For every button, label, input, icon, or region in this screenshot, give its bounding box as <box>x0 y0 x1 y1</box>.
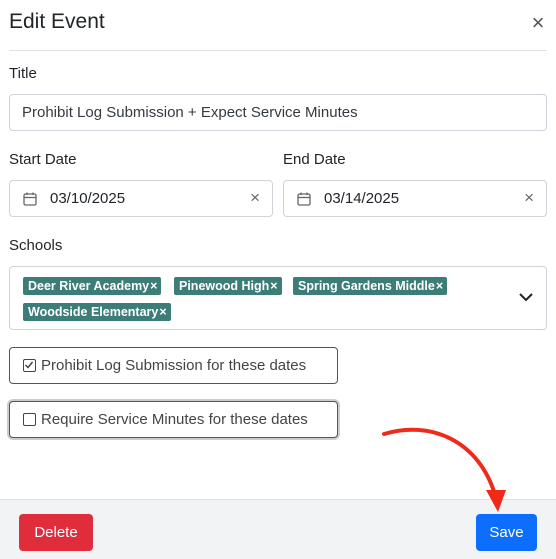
checkbox-checked-icon <box>23 359 36 372</box>
calendar-icon <box>297 192 311 206</box>
clear-end-date-icon[interactable]: × <box>524 189 534 207</box>
require-service-minutes-label: Require Service Minutes for these dates <box>41 411 308 428</box>
school-chip-label: Woodside Elementary <box>28 305 159 319</box>
schools-label: Schools <box>9 237 63 254</box>
remove-chip-icon[interactable]: × <box>436 279 443 293</box>
save-button[interactable]: Save <box>476 514 537 551</box>
school-chip-label: Deer River Academy <box>28 279 150 293</box>
school-chip[interactable]: Spring Gardens Middle× <box>293 277 448 295</box>
end-date-label: End Date <box>283 151 346 168</box>
delete-button[interactable]: Delete <box>19 514 93 551</box>
school-chip-label: Spring Gardens Middle <box>298 279 435 293</box>
start-date-field[interactable]: 03/10/2025 × <box>9 180 273 217</box>
remove-chip-icon[interactable]: × <box>270 279 277 293</box>
end-date-field[interactable]: 03/14/2025 × <box>283 180 547 217</box>
close-icon[interactable]: × <box>529 12 547 34</box>
modal-header: Edit Event × <box>9 0 547 51</box>
remove-chip-icon[interactable]: × <box>159 305 166 319</box>
start-date-value: 03/10/2025 <box>50 190 126 207</box>
checkbox-unchecked-icon <box>23 413 36 426</box>
school-chip[interactable]: Pinewood High× <box>174 277 282 295</box>
calendar-icon <box>23 192 37 206</box>
start-date-label: Start Date <box>9 151 77 168</box>
title-label: Title <box>9 65 37 82</box>
chevron-down-icon[interactable] <box>518 291 534 303</box>
school-chip[interactable]: Deer River Academy× <box>23 277 162 295</box>
schools-multiselect[interactable]: Deer River Academy× Pinewood High× Sprin… <box>9 266 547 330</box>
edit-event-modal: Edit Event × Title Start Date 03/10/2025… <box>0 0 556 559</box>
modal-title: Edit Event <box>9 10 105 33</box>
remove-chip-icon[interactable]: × <box>150 279 157 293</box>
title-input[interactable] <box>10 95 546 130</box>
clear-start-date-icon[interactable]: × <box>250 189 260 207</box>
require-service-minutes-toggle[interactable]: Require Service Minutes for these dates <box>9 401 338 438</box>
school-chip[interactable]: Woodside Elementary× <box>23 303 171 321</box>
prohibit-log-label: Prohibit Log Submission for these dates <box>41 357 307 374</box>
modal-footer: Delete Save <box>0 499 556 559</box>
school-chip-label: Pinewood High <box>179 279 270 293</box>
prohibit-log-toggle[interactable]: Prohibit Log Submission for these dates <box>9 347 338 384</box>
end-date-value: 03/14/2025 <box>324 190 400 207</box>
title-field[interactable] <box>9 94 547 131</box>
